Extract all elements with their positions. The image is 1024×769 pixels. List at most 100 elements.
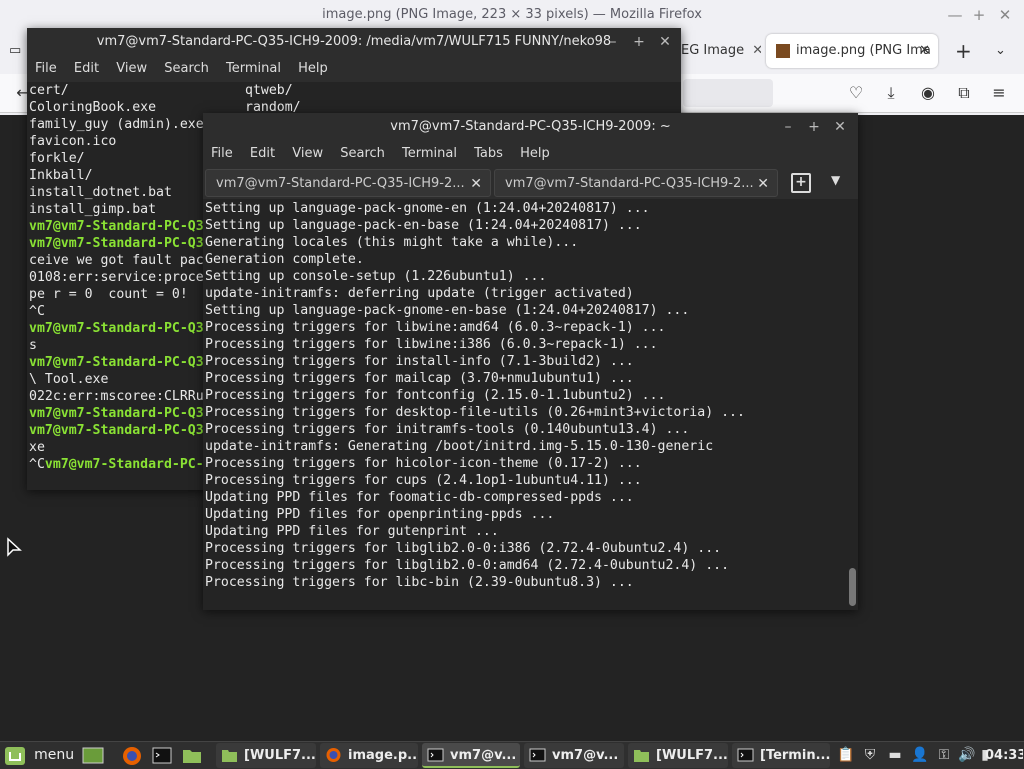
tab-overflow-icon[interactable]: ▭ — [9, 34, 29, 68]
scrollbar-thumb[interactable] — [849, 568, 856, 606]
terminal-tab-1[interactable]: vm7@vm7-Standard-PC-Q35-ICH9-2... ✕ — [205, 169, 491, 197]
task-terminal-2[interactable]: vm7@v... — [524, 743, 624, 768]
new-tab-icon[interactable]: + — [955, 34, 975, 68]
menu-terminal[interactable]: Terminal — [402, 141, 457, 167]
tab-list-chevron-icon[interactable]: ▼ — [831, 173, 840, 187]
terminal-launcher-icon[interactable] — [151, 745, 173, 766]
menu-terminal[interactable]: Terminal — [226, 56, 281, 82]
menu-help[interactable]: Help — [298, 56, 328, 82]
menu-file[interactable]: File — [211, 141, 233, 167]
maximize-icon[interactable]: + — [804, 117, 824, 137]
start-menu-button[interactable]: menu — [4, 744, 76, 767]
output-line: Processing triggers for libglib2.0-0:i38… — [205, 541, 722, 556]
task-files-wulf[interactable]: [WULF7... — [216, 743, 316, 768]
output-line: Processing triggers for fontconfig (2.15… — [205, 388, 666, 403]
menu-view[interactable]: View — [116, 56, 147, 82]
keyboard-icon[interactable]: ▬ — [886, 746, 904, 764]
minimize-icon[interactable]: – — [778, 117, 798, 137]
menu-edit[interactable]: Edit — [74, 56, 99, 82]
pocket-icon[interactable]: ♡ — [845, 82, 867, 104]
output-line: Processing triggers for hicolor-icon-the… — [205, 456, 642, 471]
menu-tabs[interactable]: Tabs — [474, 141, 503, 167]
output-line: cert/ — [29, 83, 69, 98]
output-line: Processing triggers for desktop-file-uti… — [205, 405, 745, 420]
files-launcher-icon[interactable] — [181, 745, 203, 766]
menu-file[interactable]: File — [35, 56, 57, 82]
maximize-icon[interactable]: + — [629, 32, 649, 52]
tab-label: vm7@vm7-Standard-PC-Q35-ICH9-2... — [505, 176, 754, 191]
output-column-left: cert/ColoringBook.exe family_guy (admin).… — [29, 82, 204, 473]
task-terminal-3[interactable]: [Termin... — [732, 743, 830, 768]
menu-view[interactable]: View — [292, 141, 323, 167]
output-line: install_gimp.bat — [29, 202, 157, 217]
mouse-cursor-icon — [7, 537, 22, 557]
clock[interactable]: 04:33 — [985, 744, 1023, 767]
tab-close-icon[interactable]: ✕ — [919, 34, 930, 68]
scrollbar[interactable] — [848, 201, 856, 608]
task-label: vm7@v... — [450, 748, 517, 763]
output-line: install_dotnet.bat — [29, 185, 172, 200]
new-tab-icon[interactable]: + — [791, 173, 811, 193]
output-line: Inkball/ — [29, 168, 93, 183]
close-icon[interactable]: ✕ — [655, 32, 675, 52]
output-line: update-initramfs: deferring update (trig… — [205, 286, 634, 301]
terminal-icon — [427, 748, 444, 762]
output-line: Processing triggers for libwine:amd64 (6… — [205, 320, 666, 335]
folder-icon — [222, 750, 237, 762]
tab-jpeg-image[interactable]: EG Image ✕ — [681, 34, 761, 68]
firefox-title: image.png (PNG Image, 223 × 33 pixels) —… — [322, 7, 702, 22]
url-bar[interactable] — [683, 79, 773, 107]
show-desktop-icon[interactable] — [82, 745, 104, 766]
output-line: Setting up language-pack-gnome-en-base (… — [205, 303, 690, 318]
terminal-titlebar[interactable]: vm7@vm7-Standard-PC-Q35-ICH9-2009: /medi… — [27, 28, 681, 56]
tab-image-png[interactable]: image.png (PNG Ima ✕ — [766, 34, 938, 68]
menu-search[interactable]: Search — [340, 141, 385, 167]
menu-bar: File Edit View Search Terminal Help — [27, 56, 681, 82]
output-line: \ Tool.exe — [29, 372, 109, 387]
user-icon[interactable]: 👤 — [911, 746, 929, 764]
minimize-icon[interactable]: — — [945, 5, 965, 25]
shield-icon[interactable]: ⛨ — [861, 746, 879, 764]
menu-edit[interactable]: Edit — [250, 141, 275, 167]
output-line: favicon.ico — [29, 134, 117, 149]
close-icon[interactable]: ✕ — [995, 5, 1015, 25]
account-icon[interactable]: ◉ — [917, 82, 939, 104]
maximize-icon[interactable]: + — [969, 5, 989, 25]
hamburger-menu-icon[interactable]: ≡ — [988, 82, 1010, 104]
minimize-icon[interactable]: – — [603, 32, 623, 52]
task-files-wulf-2[interactable]: [WULF7... — [628, 743, 728, 768]
terminal-titlebar[interactable]: vm7@vm7-Standard-PC-Q35-ICH9-2009: ~ – +… — [203, 113, 858, 141]
task-label: [Termin... — [760, 748, 830, 763]
terminal-window-front[interactable]: vm7@vm7-Standard-PC-Q35-ICH9-2009: ~ – +… — [203, 113, 858, 610]
task-firefox-image[interactable]: image.p... — [320, 743, 418, 768]
terminal-tab-2[interactable]: vm7@vm7-Standard-PC-Q35-ICH9-2... ✕ — [494, 169, 778, 197]
task-label: image.p... — [348, 748, 418, 763]
network-icon[interactable]: ⚿ — [935, 746, 953, 764]
terminal-output[interactable]: Setting up language-pack-gnome-en (1:24.… — [203, 199, 858, 610]
tab-close-icon[interactable]: ✕ — [757, 170, 769, 196]
output-line: Setting up console-setup (1.226ubuntu1) … — [205, 269, 547, 284]
volume-icon[interactable]: 🔊 — [958, 746, 976, 764]
chevron-down-icon[interactable]: ⌄ — [995, 34, 1015, 68]
menu-search[interactable]: Search — [164, 56, 209, 82]
output-line: Processing triggers for initramfs-tools … — [205, 422, 690, 437]
tab-close-icon[interactable]: ✕ — [470, 170, 482, 196]
output-line: Generation complete. — [205, 252, 364, 267]
clipboard-icon[interactable]: 📋 — [837, 746, 855, 764]
menu-help[interactable]: Help — [520, 141, 550, 167]
output-line: Processing triggers for libglib2.0-0:amd… — [205, 558, 730, 573]
folder-icon — [634, 750, 649, 762]
terminal-icon — [529, 748, 546, 762]
download-icon[interactable]: ⤓ — [880, 82, 902, 104]
prompt-line: ^Cvm7@vm7-Standard-PC- — [29, 456, 204, 473]
close-icon[interactable]: ✕ — [830, 117, 850, 137]
window-title: vm7@vm7-Standard-PC-Q35-ICH9-2009: ~ — [390, 119, 671, 134]
output-line: Updating PPD files for gutenprint ... — [205, 524, 499, 539]
firefox-launcher-icon[interactable] — [121, 745, 143, 766]
task-terminal-active[interactable]: vm7@v... — [422, 743, 520, 768]
tab-close-icon[interactable]: ✕ — [752, 43, 761, 58]
output-column-right: qtweb/ random/ — [245, 82, 301, 116]
output-line: family_guy (admin).exe — [29, 117, 204, 132]
start-menu-label: menu — [34, 747, 75, 763]
extensions-icon[interactable]: ⧉ — [953, 82, 975, 104]
